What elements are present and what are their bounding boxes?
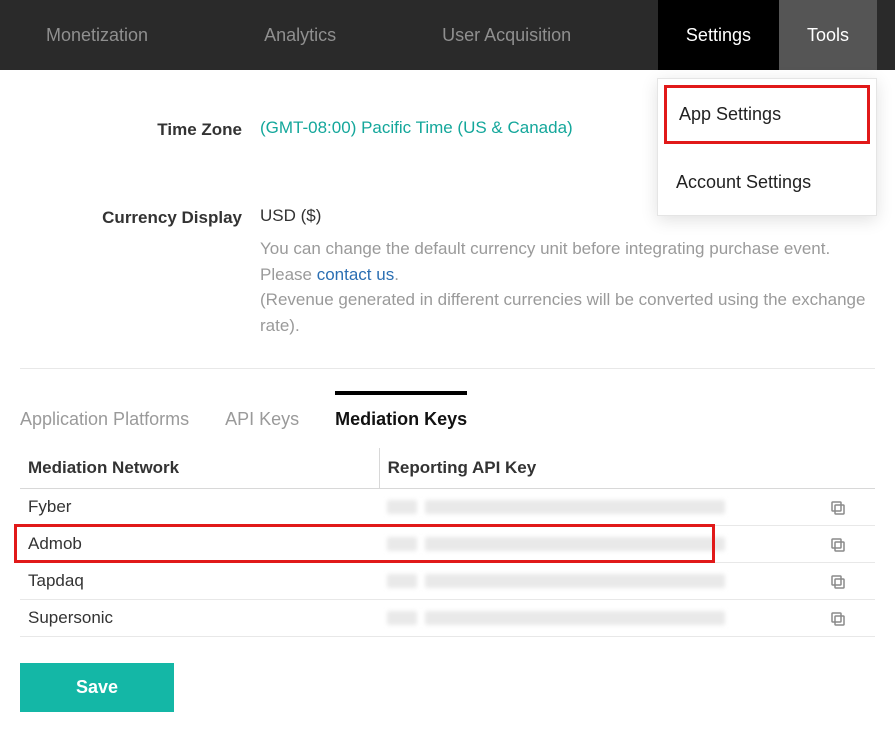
cell-network: Tapdaq: [20, 563, 379, 600]
api-key-redacted: [387, 574, 417, 588]
cell-network: Fyber: [20, 489, 379, 526]
table-row: Fyber: [20, 489, 875, 526]
table-row: Tapdaq: [20, 563, 875, 600]
currency-help-part1b: .: [394, 265, 399, 284]
copy-icon[interactable]: [829, 573, 847, 591]
nav-user-acquisition[interactable]: User Acquisition: [414, 0, 599, 70]
cell-network: Admob: [20, 526, 379, 563]
nav-monetization[interactable]: Monetization: [18, 0, 176, 70]
cell-network: Supersonic: [20, 600, 379, 637]
copy-icon[interactable]: [829, 499, 847, 517]
label-currency: Currency Display: [20, 206, 260, 228]
mediation-table: Mediation Network Reporting API Key Fybe…: [20, 448, 875, 637]
api-key-redacted: [387, 500, 417, 514]
nav-analytics[interactable]: Analytics: [236, 0, 364, 70]
dropdown-app-settings[interactable]: App Settings: [664, 85, 870, 144]
api-key-redacted: [425, 611, 725, 625]
table-row: Admob: [20, 526, 875, 563]
nav-settings[interactable]: Settings: [658, 0, 779, 70]
col-mediation-network: Mediation Network: [20, 448, 379, 489]
table-row: Supersonic: [20, 600, 875, 637]
mediation-table-wrap: Mediation Network Reporting API Key Fybe…: [20, 448, 875, 637]
api-key-redacted: [425, 500, 725, 514]
nav-tools[interactable]: Tools: [779, 0, 877, 70]
label-timezone: Time Zone: [20, 118, 260, 140]
dropdown-account-settings[interactable]: Account Settings: [658, 150, 876, 215]
section-divider: [20, 368, 875, 369]
api-key-redacted: [387, 537, 417, 551]
value-timezone[interactable]: (GMT-08:00) Pacific Time (US & Canada): [260, 118, 573, 137]
top-nav: Monetization Analytics User Acquisition …: [0, 0, 895, 70]
save-button[interactable]: Save: [20, 663, 174, 712]
api-key-redacted: [387, 611, 417, 625]
currency-help-text: You can change the default currency unit…: [260, 236, 875, 338]
contact-us-link[interactable]: contact us: [317, 265, 395, 284]
copy-icon[interactable]: [829, 536, 847, 554]
sub-tabs: Application Platforms API Keys Mediation…: [20, 391, 875, 442]
copy-icon[interactable]: [829, 610, 847, 628]
tab-mediation-keys[interactable]: Mediation Keys: [335, 391, 467, 442]
api-key-redacted: [425, 574, 725, 588]
settings-dropdown: App Settings Account Settings: [657, 78, 877, 216]
col-reporting-api-key: Reporting API Key: [379, 448, 875, 489]
tab-application-platforms[interactable]: Application Platforms: [20, 391, 189, 442]
tab-api-keys[interactable]: API Keys: [225, 391, 299, 442]
currency-help-part2: (Revenue generated in different currenci…: [260, 290, 865, 335]
api-key-redacted: [425, 537, 725, 551]
